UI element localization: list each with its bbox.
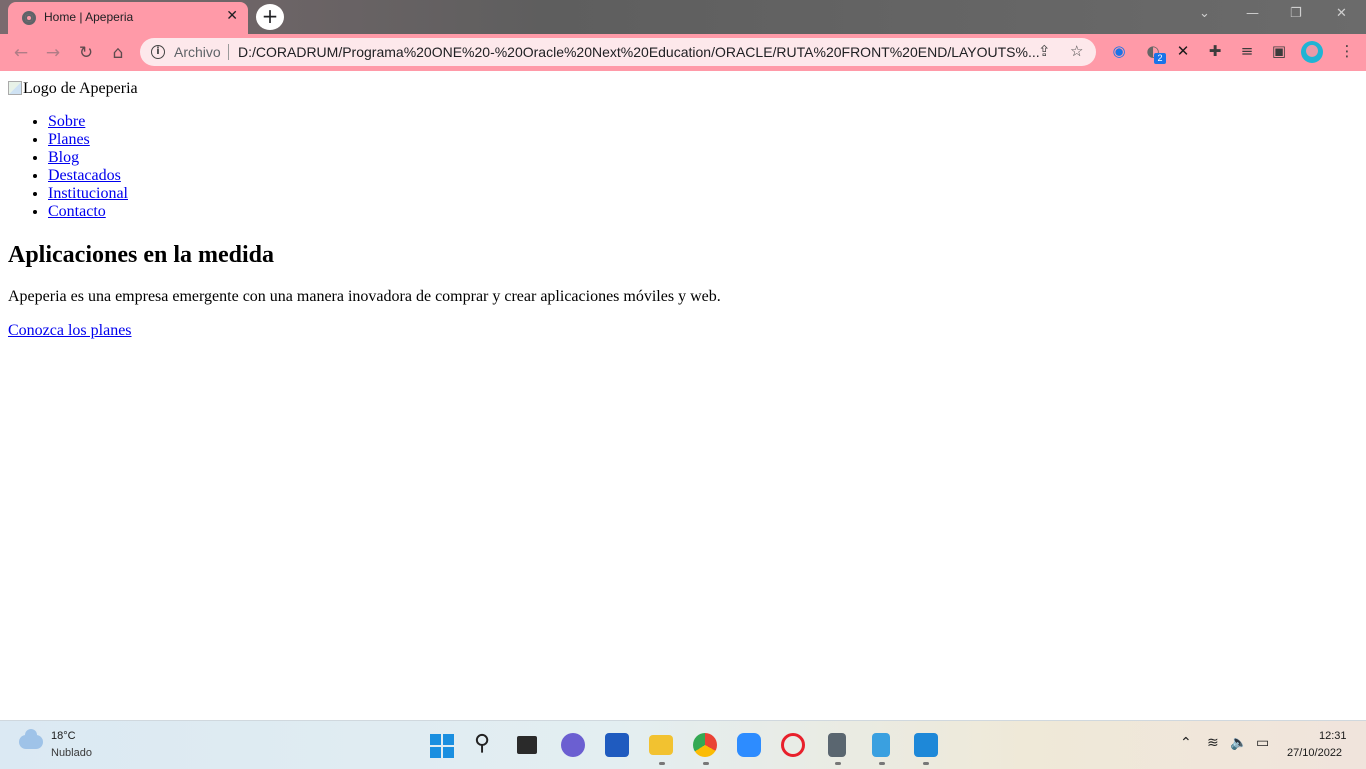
nav-link-institucional[interactable]: Institucional (48, 185, 128, 202)
chevron-down-icon[interactable]: ⌄ (1199, 6, 1210, 21)
close-tab-icon[interactable]: ✕ (226, 8, 238, 24)
nav-link-sobre[interactable]: Sobre (48, 113, 85, 130)
nav-item: Sobre (48, 113, 128, 131)
nav-item: Destacados (48, 167, 128, 185)
info-icon[interactable]: i (151, 45, 165, 59)
notepad-icon[interactable] (872, 733, 890, 757)
tab-title: Home | Apeperia (44, 10, 134, 24)
running-indicator (659, 762, 665, 765)
browser-tab-strip: Home | Apeperia ✕ + ⌄ — ❐ ✕ (0, 0, 1366, 34)
page-headline: Aplicaciones en la medida (8, 242, 275, 268)
close-window-icon[interactable]: ✕ (1336, 6, 1347, 21)
vscode-icon[interactable] (914, 733, 938, 757)
weather-condition[interactable]: Nublado (51, 747, 92, 759)
weather-temperature[interactable]: 18°C (51, 730, 76, 742)
browser-tab[interactable]: Home | Apeperia ✕ (8, 2, 248, 34)
windows-start-icon[interactable] (430, 734, 454, 758)
minimize-icon[interactable]: — (1246, 6, 1259, 21)
menu-kebab-icon[interactable]: ⋮ (1337, 41, 1357, 61)
word-icon[interactable] (605, 733, 629, 757)
chrome-icon[interactable] (693, 733, 717, 757)
zoom-icon[interactable] (737, 733, 761, 757)
nav-link-blog[interactable]: Blog (48, 149, 79, 166)
back-icon[interactable]: ← (10, 42, 32, 64)
main-nav: Sobre Planes Blog Destacados Institucion… (0, 113, 128, 221)
windows-taskbar: 18°C Nublado ⚲ ⌃ ≋ 🔈 ▭ 12:31 27/10/2022 (0, 720, 1366, 769)
home-icon[interactable]: ⌂ (107, 42, 129, 64)
opera-icon[interactable] (781, 733, 805, 757)
volume-icon[interactable]: 🔈 (1230, 735, 1247, 751)
nav-item: Institucional (48, 185, 128, 203)
side-panel-icon[interactable]: ▣ (1269, 41, 1289, 61)
broken-image-icon (8, 81, 22, 95)
address-bar[interactable]: i Archivo D:/CORADRUM/Programa%20ONE%20-… (140, 38, 1096, 66)
puzzle-icon[interactable]: ✚ (1205, 41, 1225, 61)
scheme-label: Archivo (174, 44, 221, 60)
reload-icon[interactable]: ↻ (75, 42, 97, 64)
chevron-up-icon[interactable]: ⌃ (1180, 735, 1192, 751)
nav-link-destacados[interactable]: Destacados (48, 167, 121, 184)
nav-link-planes[interactable]: Planes (48, 131, 90, 148)
page-description: Apeperia es una empresa emergente con un… (8, 288, 721, 305)
battery-icon[interactable]: ▭ (1256, 735, 1269, 751)
globe-icon (22, 11, 36, 25)
teams-chat-icon[interactable] (561, 733, 585, 757)
logo-image: Logo de Apeperia (8, 80, 138, 98)
profile-avatar[interactable] (1301, 41, 1323, 63)
nav-item: Contacto (48, 203, 128, 221)
page-content: Logo de Apeperia Sobre Planes Blog Desta… (0, 71, 1366, 720)
running-indicator (835, 762, 841, 765)
plans-cta-link[interactable]: Conozca los planes (8, 322, 132, 340)
nav-link-contacto[interactable]: Contacto (48, 203, 106, 220)
calculator-icon[interactable] (828, 733, 846, 757)
wifi-icon[interactable]: ≋ (1207, 735, 1219, 751)
clock-time[interactable]: 12:31 (1319, 730, 1347, 742)
nav-item: Blog (48, 149, 128, 167)
running-indicator (923, 762, 929, 765)
nav-item: Planes (48, 131, 128, 149)
forward-icon[interactable]: → (42, 42, 64, 64)
url-text[interactable]: D:/CORADRUM/Programa%20ONE%20-%20Oracle%… (238, 44, 1040, 60)
task-view-icon[interactable] (517, 736, 537, 754)
clock-date[interactable]: 27/10/2022 (1287, 747, 1342, 759)
media-control-icon[interactable]: ≡ (1237, 41, 1257, 61)
bookmark-star-icon[interactable]: ☆ (1070, 42, 1083, 60)
extension-icon[interactable]: ◉ (1109, 41, 1129, 61)
search-icon[interactable]: ⚲ (474, 731, 490, 756)
divider (228, 44, 229, 60)
running-indicator (879, 762, 885, 765)
share-icon[interactable]: ⇪ (1038, 42, 1051, 60)
cloud-icon[interactable] (19, 729, 43, 749)
extension-x-icon[interactable]: ✕ (1173, 41, 1193, 61)
restore-icon[interactable]: ❐ (1290, 6, 1302, 21)
extension-badge: 2 (1154, 53, 1166, 64)
logo-alt-text: Logo de Apeperia (23, 80, 138, 97)
running-indicator (703, 762, 709, 765)
new-tab-button[interactable]: + (256, 4, 284, 30)
file-explorer-icon[interactable] (649, 735, 673, 755)
